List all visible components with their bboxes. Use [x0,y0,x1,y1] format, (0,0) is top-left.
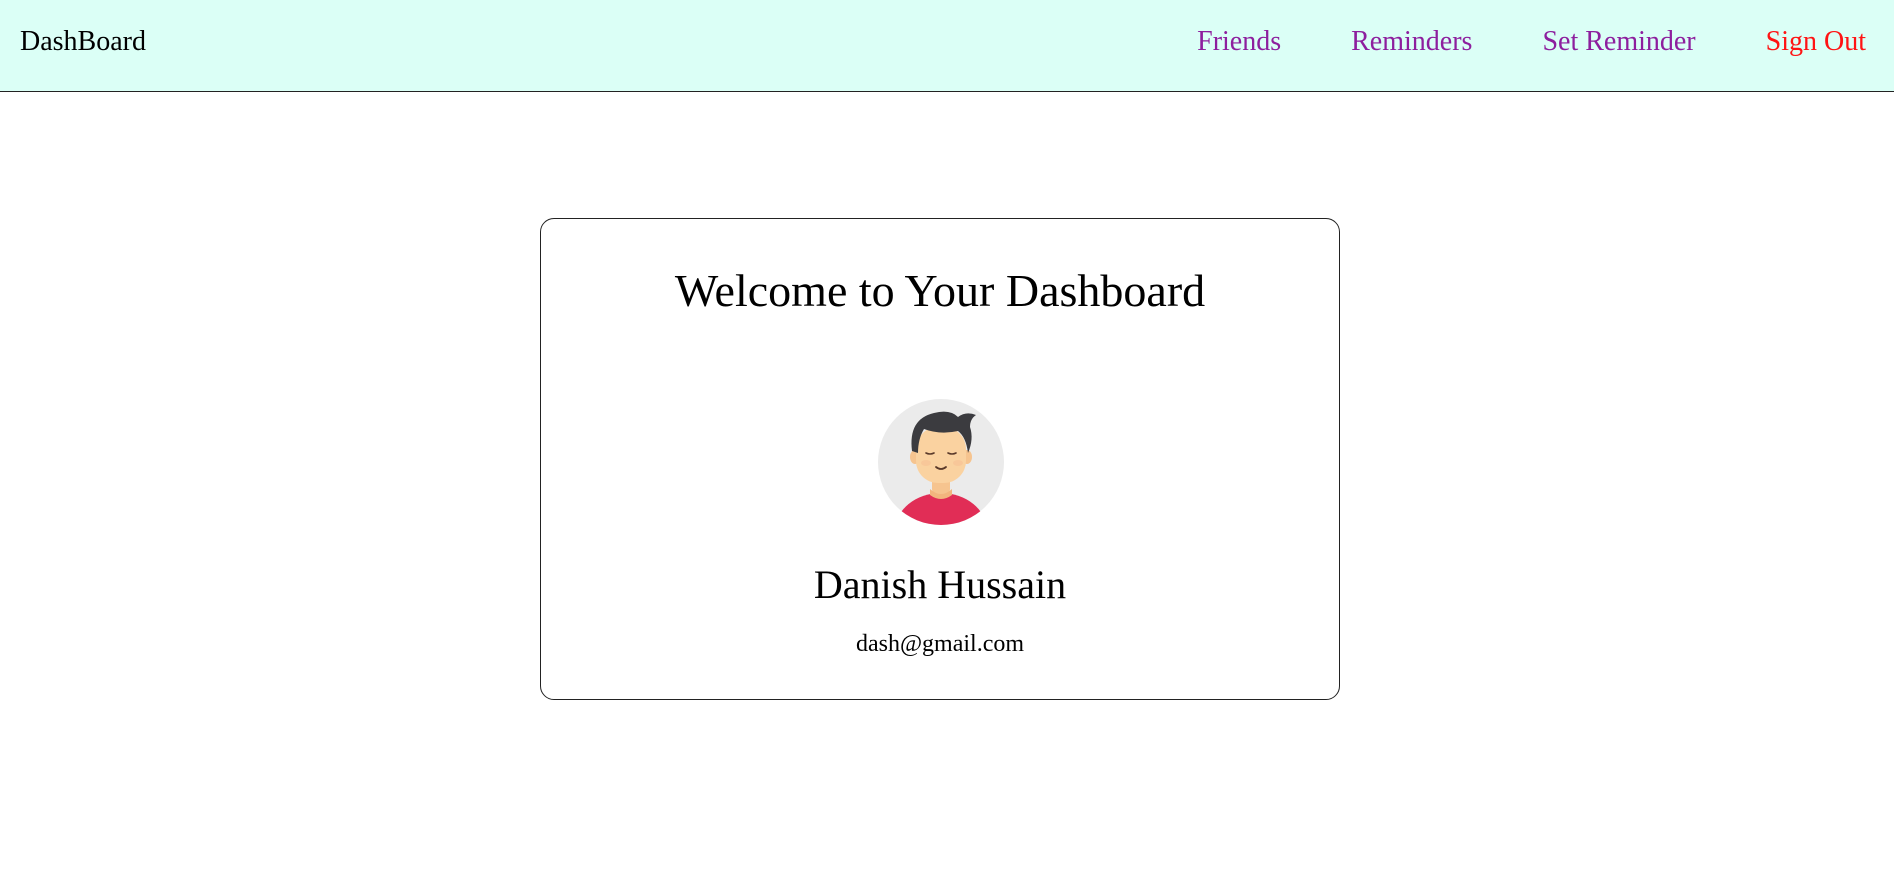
nav-link-sign-out[interactable]: Sign Out [1766,24,1866,60]
brand-title[interactable]: DashBoard [20,24,146,60]
top-navbar: DashBoard Friends Reminders Set Reminder… [0,0,1894,92]
user-name: Danish Hussain [813,562,1067,607]
nav-links: Friends Reminders Set Reminder Sign Out [1197,24,1866,60]
nav-link-reminders[interactable]: Reminders [1351,24,1472,60]
nav-link-set-reminder[interactable]: Set Reminder [1542,24,1695,60]
welcome-heading: Welcome to Your Dashboard [674,265,1206,316]
user-email: dash@gmail.com [855,631,1025,657]
user-avatar-icon [878,399,1004,525]
profile-card: Welcome to Your Dashboard Danish Hussain… [540,218,1340,700]
nav-link-friends[interactable]: Friends [1197,24,1281,60]
